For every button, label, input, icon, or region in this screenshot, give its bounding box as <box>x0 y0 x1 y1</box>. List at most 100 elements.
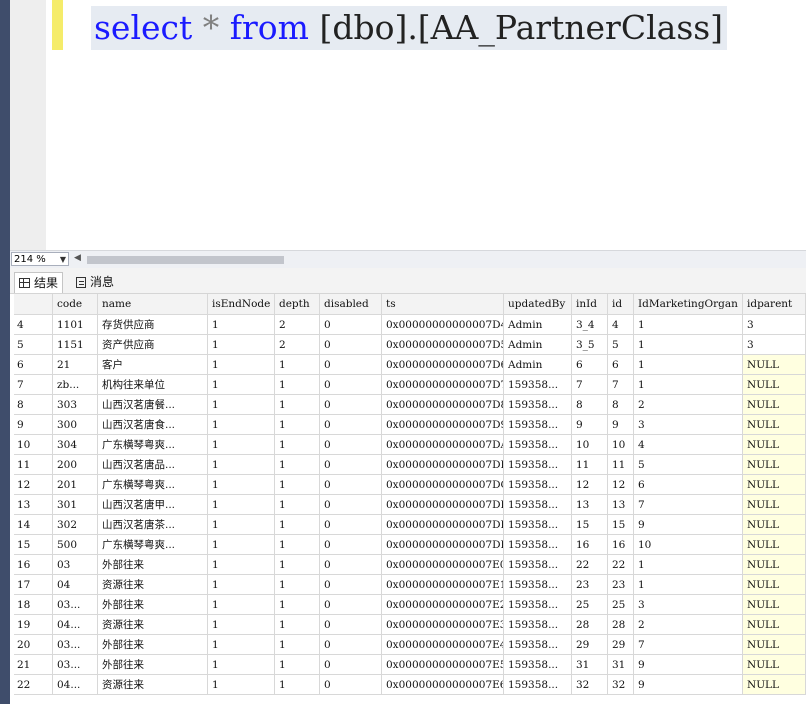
table-cell[interactable]: 1 <box>275 395 320 415</box>
table-cell[interactable]: 1101 <box>53 315 98 335</box>
table-cell[interactable]: 0 <box>320 475 382 495</box>
table-cell[interactable]: 22 <box>608 555 634 575</box>
table-cell[interactable]: 8 <box>608 395 634 415</box>
table-cell[interactable]: 0 <box>320 575 382 595</box>
table-cell[interactable]: 1 <box>634 315 743 335</box>
table-cell[interactable]: 12 <box>608 475 634 495</box>
table-cell[interactable]: 0x00000000000007E6 <box>382 675 504 695</box>
table-cell[interactable]: 32 <box>608 675 634 695</box>
table-cell[interactable]: 201 <box>53 475 98 495</box>
column-header[interactable]: updatedBy <box>504 294 572 315</box>
table-cell[interactable]: 159358... <box>504 535 572 555</box>
table-cell[interactable]: 28 <box>608 615 634 635</box>
table-cell[interactable]: 159358... <box>504 455 572 475</box>
table-cell[interactable]: NULL <box>743 575 806 595</box>
table-cell[interactable]: 资源往来 <box>98 575 208 595</box>
table-cell[interactable]: 0 <box>320 675 382 695</box>
table-cell[interactable]: 1 <box>275 675 320 695</box>
table-cell[interactable]: 0 <box>320 515 382 535</box>
table-cell[interactable]: 300 <box>53 415 98 435</box>
column-header[interactable]: isEndNode <box>208 294 275 315</box>
table-cell[interactable]: 1 <box>275 355 320 375</box>
table-cell[interactable]: 广东横琴粤爽... <box>98 475 208 495</box>
table-cell[interactable]: 159358... <box>504 515 572 535</box>
table-cell[interactable]: 1 <box>208 555 275 575</box>
table-cell[interactable]: 资源往来 <box>98 675 208 695</box>
table-cell[interactable]: 0 <box>320 335 382 355</box>
table-cell[interactable]: 1 <box>208 675 275 695</box>
table-cell[interactable]: 6 <box>634 475 743 495</box>
table-cell[interactable]: 1 <box>634 335 743 355</box>
table-cell[interactable]: NULL <box>743 635 806 655</box>
table-cell[interactable]: 0 <box>320 535 382 555</box>
table-cell[interactable]: 广东横琴粤爽... <box>98 535 208 555</box>
table-cell[interactable]: 3 <box>634 595 743 615</box>
column-header[interactable]: inId <box>572 294 608 315</box>
table-cell[interactable]: 23 <box>572 575 608 595</box>
table-cell[interactable]: 1 <box>275 435 320 455</box>
tab-results[interactable]: 结果 <box>14 272 64 293</box>
table-cell[interactable]: 外部往来 <box>98 655 208 675</box>
table-cell[interactable]: 0x00000000000007D7 <box>382 375 504 395</box>
table-cell[interactable]: 2 <box>634 615 743 635</box>
table-cell[interactable]: 0x00000000000007E4 <box>382 635 504 655</box>
table-cell[interactable]: 1 <box>208 635 275 655</box>
table-cell[interactable]: 159358... <box>504 495 572 515</box>
table-cell[interactable]: 1151 <box>53 335 98 355</box>
table-cell[interactable]: 04... <box>53 615 98 635</box>
table-cell[interactable]: 广东横琴粤爽... <box>98 435 208 455</box>
table-cell[interactable]: 5 <box>608 335 634 355</box>
table-cell[interactable]: 159358... <box>504 415 572 435</box>
table-cell[interactable]: 0 <box>320 495 382 515</box>
table-cell[interactable]: 10 <box>572 435 608 455</box>
table-cell[interactable]: 04... <box>53 675 98 695</box>
table-cell[interactable]: 山西汉茗唐茶... <box>98 515 208 535</box>
table-cell[interactable]: 0 <box>320 435 382 455</box>
table-cell[interactable]: 山西汉茗唐食... <box>98 415 208 435</box>
tab-messages[interactable]: 消息 <box>76 272 114 292</box>
table-cell[interactable]: 159358... <box>504 655 572 675</box>
table-cell[interactable]: 0x00000000000007E0 <box>382 555 504 575</box>
table-cell[interactable]: 25 <box>608 595 634 615</box>
table-cell[interactable]: 0x00000000000007E5 <box>382 655 504 675</box>
table-cell[interactable]: 1 <box>208 575 275 595</box>
table-cell[interactable]: 22 <box>572 555 608 575</box>
chevron-down-icon[interactable]: ▼ <box>60 253 66 267</box>
table-cell[interactable]: 10 <box>608 435 634 455</box>
table-cell[interactable]: 1 <box>208 595 275 615</box>
table-cell[interactable]: 3 <box>634 415 743 435</box>
table-cell[interactable]: 23 <box>608 575 634 595</box>
table-cell[interactable]: 7 <box>572 375 608 395</box>
table-cell[interactable]: 1 <box>275 495 320 515</box>
row-number[interactable]: 22 <box>14 675 53 695</box>
row-number[interactable]: 11 <box>14 455 53 475</box>
table-cell[interactable]: 1 <box>208 475 275 495</box>
table-cell[interactable]: NULL <box>743 475 806 495</box>
table-cell[interactable]: zb... <box>53 375 98 395</box>
table-cell[interactable]: 0x00000000000007DB <box>382 455 504 475</box>
table-cell[interactable]: 1 <box>208 515 275 535</box>
table-cell[interactable]: 1 <box>208 455 275 475</box>
table-cell[interactable]: 1 <box>208 335 275 355</box>
table-cell[interactable]: 1 <box>275 655 320 675</box>
table-cell[interactable]: 8 <box>572 395 608 415</box>
table-cell[interactable]: 1 <box>634 355 743 375</box>
table-cell[interactable]: 3_5 <box>572 335 608 355</box>
table-cell[interactable]: 16 <box>572 535 608 555</box>
table-cell[interactable]: 1 <box>634 575 743 595</box>
table-cell[interactable]: 03... <box>53 595 98 615</box>
row-number[interactable]: 17 <box>14 575 53 595</box>
row-number[interactable]: 12 <box>14 475 53 495</box>
table-cell[interactable]: 4 <box>634 435 743 455</box>
table-cell[interactable]: 29 <box>572 635 608 655</box>
table-cell[interactable]: 1 <box>275 575 320 595</box>
table-cell[interactable]: NULL <box>743 415 806 435</box>
table-cell[interactable]: 0 <box>320 455 382 475</box>
column-header[interactable]: id <box>608 294 634 315</box>
zoom-select[interactable]: 214 % ▼ <box>11 252 69 266</box>
table-cell[interactable]: 1 <box>208 375 275 395</box>
row-number[interactable]: 19 <box>14 615 53 635</box>
table-cell[interactable]: 200 <box>53 455 98 475</box>
table-cell[interactable]: 0 <box>320 555 382 575</box>
table-cell[interactable]: 159358... <box>504 575 572 595</box>
